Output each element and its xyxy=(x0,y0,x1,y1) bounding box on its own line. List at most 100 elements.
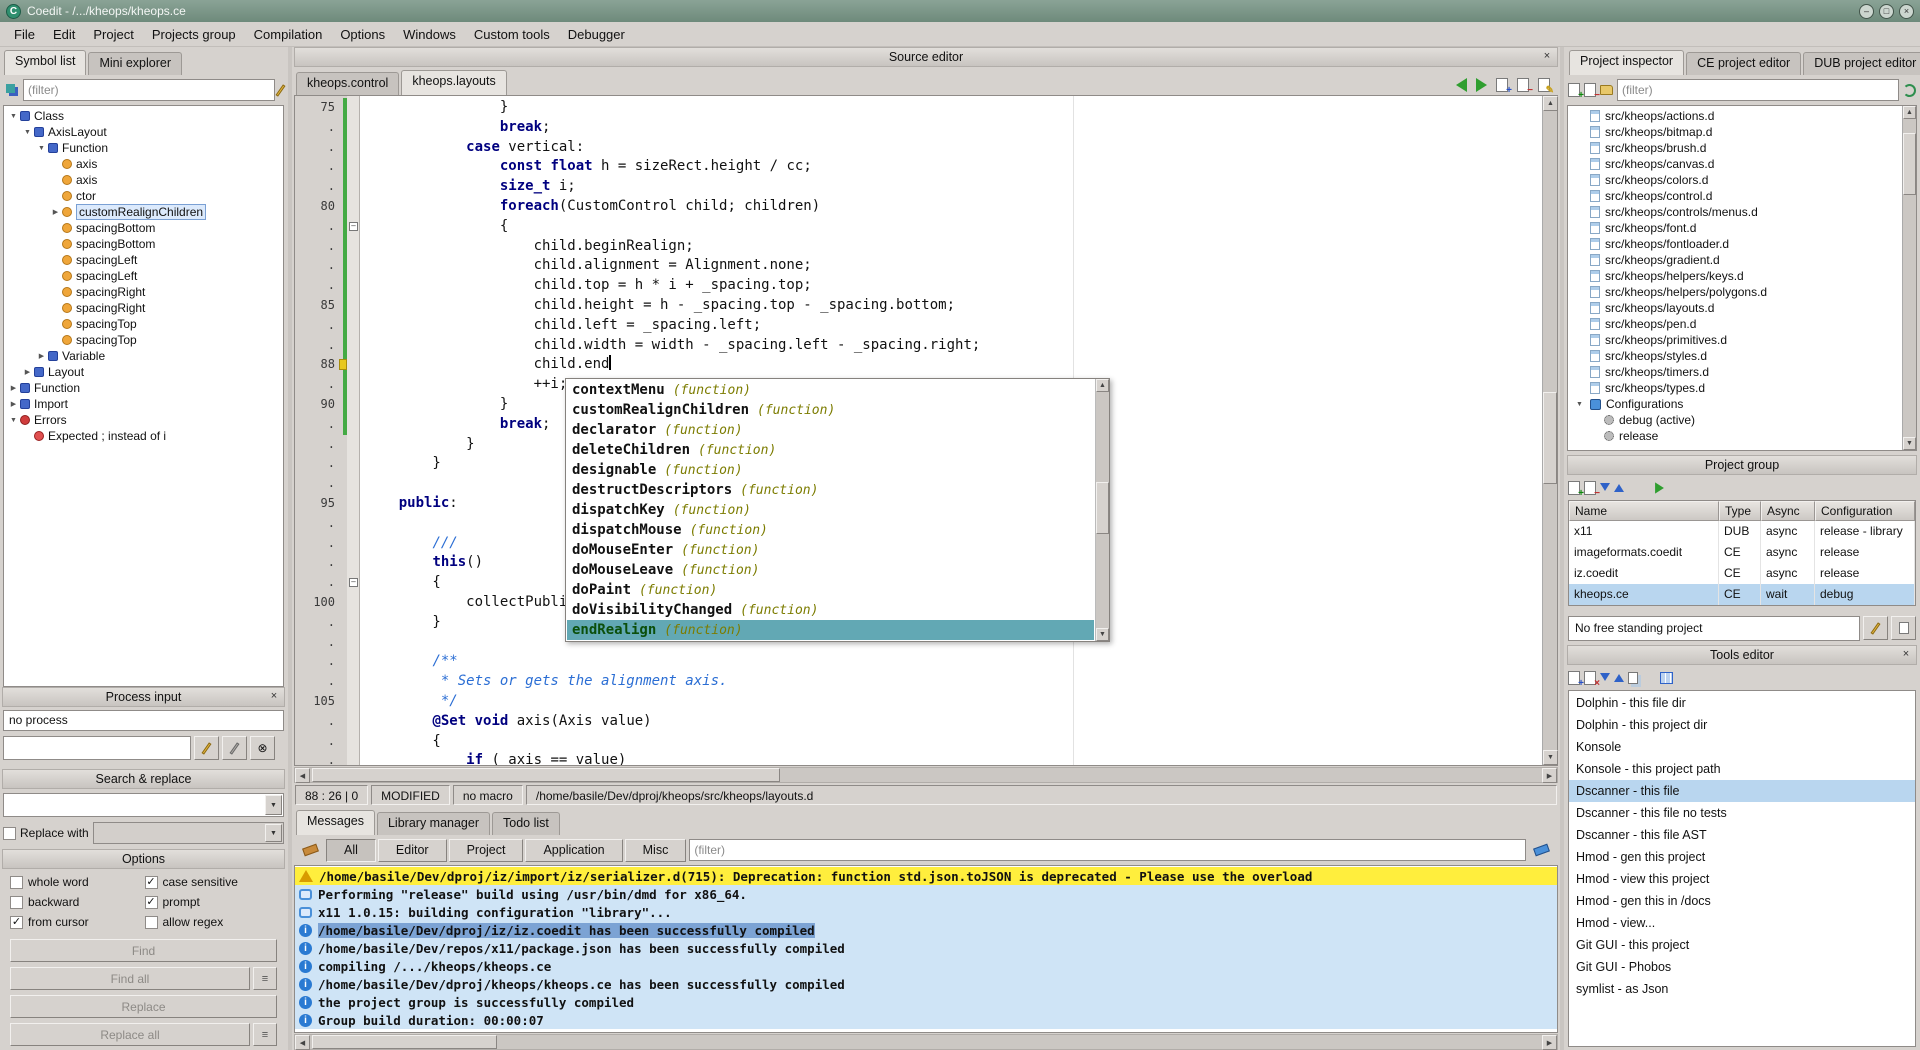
close-document-icon[interactable]: − xyxy=(1517,78,1529,92)
expander-icon[interactable]: ▼ xyxy=(22,129,33,136)
column-header-async[interactable]: Async xyxy=(1761,501,1815,521)
symbol-filter-input[interactable] xyxy=(23,79,275,101)
clone-tool-icon[interactable] xyxy=(1628,672,1638,684)
symbol-item-errors[interactable]: ▼Errors xyxy=(4,412,283,428)
symbol-item-layout[interactable]: ▶Layout xyxy=(4,364,283,380)
project-file-src-kheops-controls-menus-d[interactable]: src/kheops/controls/menus.d xyxy=(1568,204,1916,220)
scroll-down-icon[interactable]: ▼ xyxy=(1903,437,1916,450)
completion-item-contextmenu[interactable]: contextMenu(function) xyxy=(567,380,1094,400)
add-item-icon[interactable]: + xyxy=(1568,83,1580,97)
symbol-item-spacingleft[interactable]: spacingLeft xyxy=(4,252,283,268)
checkbox-backward[interactable]: backward xyxy=(10,895,143,909)
tool-item-git-gui-this-project[interactable]: Git GUI - this project xyxy=(1569,934,1915,956)
tab-ce-project-editor[interactable]: CE project editor xyxy=(1686,52,1801,75)
symbol-item-spacingtop[interactable]: spacingTop xyxy=(4,332,283,348)
message-row[interactable]: ithe project group is successfully compi… xyxy=(295,993,1557,1011)
edit-free-project-icon[interactable] xyxy=(1863,616,1888,640)
tab-messages[interactable]: Messages xyxy=(296,810,375,835)
find-all-button[interactable]: Find all xyxy=(10,967,250,990)
editor-gutter[interactable]: 75....80....85..88.90....95....100....10… xyxy=(295,96,347,765)
scroll-down-icon[interactable]: ▼ xyxy=(1543,750,1558,765)
symbol-item-class[interactable]: ▼Class xyxy=(4,108,283,124)
project-file-src-kheops-timers-d[interactable]: src/kheops/timers.d xyxy=(1568,364,1916,380)
completion-item-declarator[interactable]: declarator(function) xyxy=(567,420,1094,440)
expander-icon[interactable]: ▶ xyxy=(8,384,19,392)
expander-icon[interactable]: ▼ xyxy=(1574,401,1585,408)
project-row-kheops-ce[interactable]: kheops.ceCEwaitdebug xyxy=(1569,584,1915,605)
remove-project-icon[interactable]: − xyxy=(1584,481,1596,495)
expander-icon[interactable]: ▶ xyxy=(22,368,33,376)
edit-filter-icon[interactable] xyxy=(276,84,286,96)
find-all-options-icon[interactable]: ≡ xyxy=(253,967,277,990)
scroll-up-icon[interactable]: ▲ xyxy=(1096,379,1109,392)
tab-todo-list[interactable]: Todo list xyxy=(492,812,560,835)
refresh-icon[interactable] xyxy=(1903,84,1916,97)
replace-term-combobox[interactable]: ▼ xyxy=(93,822,284,844)
completion-item-deletechildren[interactable]: deleteChildren(function) xyxy=(567,440,1094,460)
chevron-down-icon[interactable]: ▼ xyxy=(265,795,282,815)
completion-scrollbar[interactable]: ▲ ▼ xyxy=(1095,379,1109,641)
tab-library-manager[interactable]: Library manager xyxy=(377,812,490,835)
project-file-src-kheops-actions-d[interactable]: src/kheops/actions.d xyxy=(1568,108,1916,124)
move-tool-down-icon[interactable] xyxy=(1600,673,1610,686)
expander-icon[interactable]: ▶ xyxy=(8,400,19,408)
filter-project[interactable]: Project xyxy=(449,839,524,862)
tool-item-hmod-view-this-project[interactable]: Hmod - view this project xyxy=(1569,868,1915,890)
completion-item-dovisibilitychanged[interactable]: doVisibilityChanged(function) xyxy=(567,600,1094,620)
column-header-type[interactable]: Type xyxy=(1719,501,1761,521)
remove-item-icon[interactable]: − xyxy=(1584,83,1596,97)
source-editor[interactable]: 75....80....85..88.90....95....100....10… xyxy=(294,95,1558,766)
message-row[interactable]: i/home/basile/Dev/dproj/kheops/kheops.ce… xyxy=(295,975,1557,993)
project-file-src-kheops-helpers-polygons-d[interactable]: src/kheops/helpers/polygons.d xyxy=(1568,284,1916,300)
tool-item-dscanner-this-file[interactable]: Dscanner - this file xyxy=(1569,780,1915,802)
scroll-up-icon[interactable]: ▲ xyxy=(1903,106,1916,119)
tool-item-konsole-this-project-path[interactable]: Konsole - this project path xyxy=(1569,758,1915,780)
export-tools-icon[interactable] xyxy=(1660,672,1673,684)
editor-tab-kheops-layouts[interactable]: kheops.layouts xyxy=(401,70,506,95)
project-row-imageformats-coedit[interactable]: imageformats.coeditCEasyncrelease xyxy=(1569,542,1915,563)
project-file-src-kheops-primitives-d[interactable]: src/kheops/primitives.d xyxy=(1568,332,1916,348)
move-down-icon[interactable] xyxy=(1600,483,1610,496)
expander-icon[interactable]: ▼ xyxy=(36,145,47,152)
completion-item-dispatchmouse[interactable]: dispatchMouse(function) xyxy=(567,520,1094,540)
tool-item-hmod-gen-this-project[interactable]: Hmod - gen this project xyxy=(1569,846,1915,868)
add-project-icon[interactable]: + xyxy=(1568,481,1580,495)
completion-item-designable[interactable]: designable(function) xyxy=(567,460,1094,480)
project-file-src-kheops-bitmap-d[interactable]: src/kheops/bitmap.d xyxy=(1568,124,1916,140)
replace-all-button[interactable]: Replace all xyxy=(10,1023,250,1046)
symbol-item-spacingbottom[interactable]: spacingBottom xyxy=(4,220,283,236)
process-input-field[interactable] xyxy=(3,736,191,760)
completion-item-dispatchkey[interactable]: dispatchKey(function) xyxy=(567,500,1094,520)
configuration-release[interactable]: release xyxy=(1568,428,1916,444)
column-header-name[interactable]: Name xyxy=(1569,501,1719,521)
scrollbar-thumb[interactable] xyxy=(312,1035,497,1049)
symbol-item-axis[interactable]: axis xyxy=(4,156,283,172)
project-row-x11[interactable]: x11DUBasyncrelease - library xyxy=(1569,521,1915,542)
checkbox-case-sensitive[interactable]: ✓case sensitive xyxy=(145,875,278,889)
symbol-item-spacingright[interactable]: spacingRight xyxy=(4,284,283,300)
column-header-configuration[interactable]: Configuration xyxy=(1815,501,1915,521)
messages-horizontal-scrollbar[interactable]: ◀ ▶ xyxy=(294,1034,1558,1050)
message-options-icon[interactable] xyxy=(1529,838,1554,862)
editor-vertical-scrollbar[interactable]: ▲ ▼ xyxy=(1542,96,1557,765)
scroll-left-icon[interactable]: ◀ xyxy=(295,1035,310,1050)
tool-item-hmod-gen-this-in-docs[interactable]: Hmod - gen this in /docs xyxy=(1569,890,1915,912)
menu-file[interactable]: File xyxy=(5,24,44,45)
message-row[interactable]: i/home/basile/Dev/repos/x11/package.json… xyxy=(295,939,1557,957)
symbol-item-axislayout[interactable]: ▼AxisLayout xyxy=(4,124,283,140)
filter-application[interactable]: Application xyxy=(525,839,622,862)
completion-item-destructdescriptors[interactable]: destructDescriptors(function) xyxy=(567,480,1094,500)
editor-tab-kheops-control[interactable]: kheops.control xyxy=(296,72,399,95)
scrollbar-thumb[interactable] xyxy=(1903,133,1916,195)
project-file-src-kheops-pen-d[interactable]: src/kheops/pen.d xyxy=(1568,316,1916,332)
scrollbar-thumb[interactable] xyxy=(1096,482,1109,534)
message-row[interactable]: icompiling /.../kheops/kheops.ce xyxy=(295,957,1557,975)
project-file-src-kheops-colors-d[interactable]: src/kheops/colors.d xyxy=(1568,172,1916,188)
completion-item-domouseleave[interactable]: doMouseLeave(function) xyxy=(567,560,1094,580)
configurations-node[interactable]: ▼Configurations xyxy=(1568,396,1916,412)
tab-symbol-list[interactable]: Symbol list xyxy=(4,50,86,75)
menu-debugger[interactable]: Debugger xyxy=(559,24,634,45)
project-file-src-kheops-styles-d[interactable]: src/kheops/styles.d xyxy=(1568,348,1916,364)
symbol-item-spacingright[interactable]: spacingRight xyxy=(4,300,283,316)
scrollbar-thumb[interactable] xyxy=(312,768,780,782)
